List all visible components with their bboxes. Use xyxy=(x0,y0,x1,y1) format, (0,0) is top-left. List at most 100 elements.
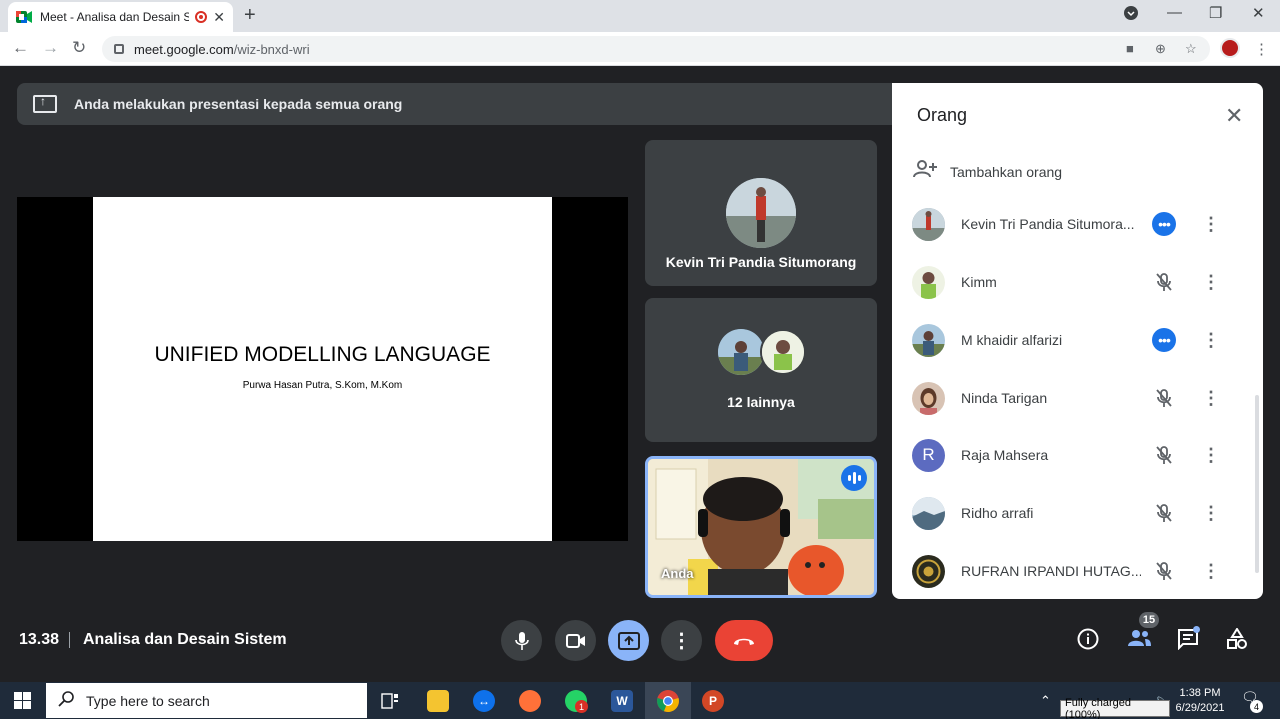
new-tab-icon[interactable]: + xyxy=(244,4,256,27)
taskbar-search-input[interactable]: Type here to search xyxy=(46,683,367,718)
reload-icon[interactable]: ↻ xyxy=(72,38,86,58)
person-row[interactable]: M khaidir alfarizi ••• ⋮ xyxy=(912,320,1252,360)
tile-name-kevin: Kevin Tri Pandia Situmorang xyxy=(665,254,857,270)
participant-tile-kevin[interactable]: Kevin Tri Pandia Situmorang xyxy=(645,140,877,286)
tab-title: Meet - Analisa dan Desain Si xyxy=(40,10,190,24)
camera-button[interactable] xyxy=(555,620,596,661)
firefox-icon[interactable] xyxy=(519,690,541,712)
task-view-icon[interactable] xyxy=(379,690,401,712)
search-icon xyxy=(58,691,74,710)
person-more-icon[interactable]: ⋮ xyxy=(1202,272,1220,293)
search-placeholder: Type here to search xyxy=(86,692,210,709)
url-path: /wiz-bnxd-wri xyxy=(233,41,310,57)
person-name: Ninda Tarigan xyxy=(961,390,1048,406)
more-options-icon: ••• xyxy=(1152,328,1176,352)
panel-close-icon[interactable]: ✕ xyxy=(1225,103,1243,129)
zoom-icon[interactable]: ⊕ xyxy=(1155,41,1166,57)
people-panel: Orang ✕ Tambahkan orang Kevin Tri Pandia… xyxy=(892,83,1263,599)
person-more-icon[interactable]: ⋮ xyxy=(1202,561,1220,582)
person-name: Ridho arrafi xyxy=(961,505,1034,521)
person-more-icon[interactable]: ⋮ xyxy=(1202,388,1220,409)
recording-indicator-icon xyxy=(195,11,208,23)
person-status[interactable]: ••• xyxy=(1152,212,1176,236)
person-row[interactable]: R Raja Mahsera ⋮ xyxy=(912,435,1252,475)
meeting-details-icon[interactable] xyxy=(1077,628,1099,656)
browser-tab-strip: Meet - Analisa dan Desain Si ✕ + — ❐ ✕ xyxy=(0,0,1280,32)
meeting-time: 13.38 xyxy=(19,631,60,648)
browser-tab-meet[interactable]: Meet - Analisa dan Desain Si ✕ xyxy=(8,2,233,32)
participant-tile-others[interactable]: 12 lainnya xyxy=(645,298,877,442)
microphone-button[interactable] xyxy=(501,620,542,661)
person-avatar xyxy=(912,207,945,241)
person-status[interactable]: ••• xyxy=(1152,328,1176,352)
present-now-button[interactable] xyxy=(608,620,649,661)
person-more-icon[interactable]: ⋮ xyxy=(1202,330,1220,351)
chrome-taskbar-active[interactable] xyxy=(645,682,691,719)
chrome-icon xyxy=(657,690,679,713)
person-status[interactable] xyxy=(1152,386,1176,410)
word-icon[interactable]: W xyxy=(611,690,633,712)
person-status[interactable] xyxy=(1152,501,1176,525)
show-hidden-icons[interactable]: ⌃ xyxy=(1040,693,1051,709)
presenting-banner-text: Anda melakukan presentasi kepada semua o… xyxy=(74,96,403,112)
battery-tooltip: Fully charged (100%) xyxy=(1060,697,1170,719)
camera-in-use-icon[interactable]: ■ xyxy=(1126,41,1134,56)
person-status[interactable] xyxy=(1152,559,1176,583)
person-status[interactable] xyxy=(1152,270,1176,294)
person-row[interactable]: Ninda Tarigan ⋮ xyxy=(912,378,1252,418)
panel-title: Orang xyxy=(917,105,968,125)
mic-off-icon xyxy=(1156,446,1172,464)
people-icon[interactable] xyxy=(1126,628,1152,654)
tab-search-icon[interactable] xyxy=(1124,6,1138,24)
activities-icon[interactable] xyxy=(1226,627,1248,656)
slide: UNIFIED MODELLING LANGUAGE Purwa Hasan P… xyxy=(93,197,552,541)
tile-name-others: 12 lainnya xyxy=(727,394,795,410)
panel-scrollbar[interactable] xyxy=(1255,395,1259,573)
person-row[interactable]: Kevin Tri Pandia Situmora... ••• ⋮ xyxy=(912,204,1252,244)
add-people-label: Tambahkan orang xyxy=(950,163,1063,180)
address-bar: ← → ↻ meet.google.com /wiz-bnxd-wri ■ ⊕ … xyxy=(0,32,1280,66)
person-more-icon[interactable]: ⋮ xyxy=(1202,503,1220,524)
notification-count-badge: 4 xyxy=(1250,700,1263,713)
person-more-icon[interactable]: ⋮ xyxy=(1202,214,1220,235)
tab-close-icon[interactable]: ✕ xyxy=(213,9,225,26)
clock-time: 1:38 PM xyxy=(1179,687,1221,699)
person-avatar xyxy=(912,323,945,357)
participant-tile-self[interactable]: Anda xyxy=(645,456,877,598)
window-close-icon[interactable]: ✕ xyxy=(1252,4,1265,22)
person-avatar xyxy=(912,496,945,530)
windows-start-icon[interactable] xyxy=(14,692,31,709)
forward-icon[interactable]: → xyxy=(42,38,59,58)
speaking-indicator-icon xyxy=(841,465,867,491)
file-explorer-icon[interactable] xyxy=(427,690,449,712)
bookmark-star-icon[interactable]: ☆ xyxy=(1185,41,1197,57)
more-options-button[interactable]: ⋮ xyxy=(661,620,702,661)
person-row[interactable]: Ridho arrafi ⋮ xyxy=(912,493,1252,533)
teamviewer-icon[interactable]: ↔ xyxy=(473,690,495,712)
microphone-icon xyxy=(514,631,529,650)
mic-off-icon xyxy=(1156,389,1172,407)
back-icon[interactable]: ← xyxy=(12,38,29,58)
presentation-stage: UNIFIED MODELLING LANGUAGE Purwa Hasan P… xyxy=(17,197,628,541)
more-options-icon: ••• xyxy=(1152,212,1176,236)
end-call-button[interactable] xyxy=(715,620,773,661)
tile-name-self: Anda xyxy=(661,566,694,581)
slide-subtitle: Purwa Hasan Putra, S.Kom, M.Kom xyxy=(242,380,403,391)
maximize-icon[interactable]: ❐ xyxy=(1209,4,1222,22)
other-avatar-1 xyxy=(718,329,764,375)
person-status[interactable] xyxy=(1152,443,1176,467)
powerpoint-icon[interactable]: P xyxy=(702,690,724,712)
taskbar-clock[interactable]: 1:38 PM 6/29/2021 xyxy=(1170,686,1230,716)
whatsapp-badge: 1 xyxy=(575,700,588,713)
people-count-badge: 15 xyxy=(1139,612,1159,628)
minimize-icon[interactable]: — xyxy=(1167,4,1182,21)
profile-avatar[interactable] xyxy=(1220,38,1240,58)
person-row[interactable]: Kimm ⋮ xyxy=(912,262,1252,302)
person-avatar xyxy=(912,554,945,588)
person-more-icon[interactable]: ⋮ xyxy=(1202,445,1220,466)
chrome-menu-icon[interactable]: ⋮ xyxy=(1254,40,1269,58)
url-field[interactable]: meet.google.com /wiz-bnxd-wri xyxy=(102,36,1210,62)
add-people-button[interactable]: Tambahkan orang xyxy=(913,159,1062,184)
person-row[interactable]: RUFRAN IRPANDI HUTAG... ⋮ xyxy=(912,551,1252,591)
mic-off-icon xyxy=(1156,273,1172,291)
